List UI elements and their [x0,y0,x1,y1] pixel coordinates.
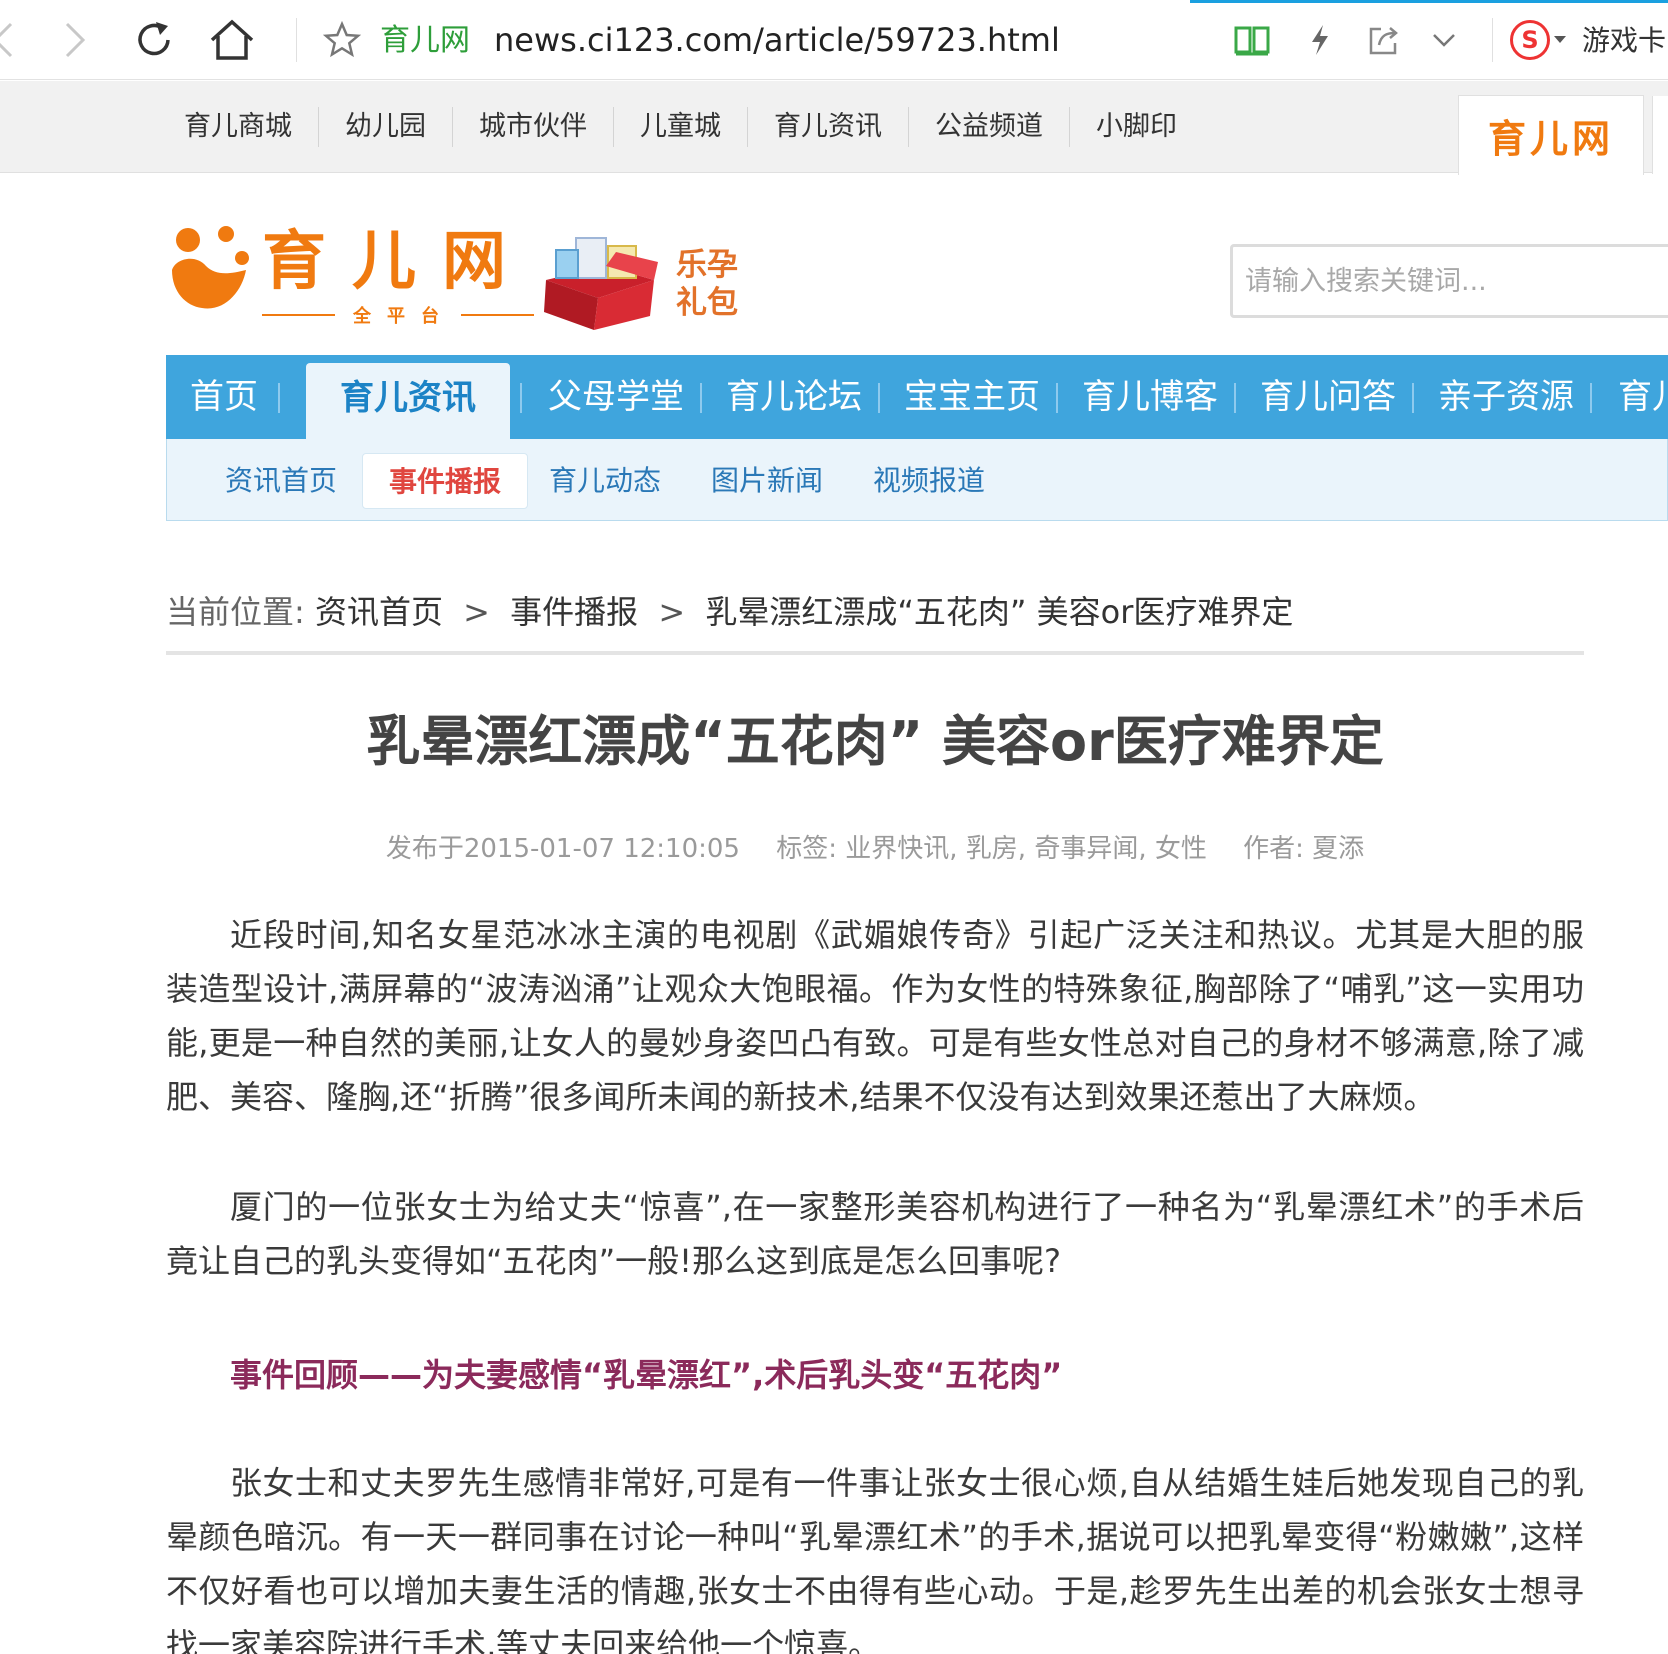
subnav-news-home[interactable]: 资讯首页 [225,453,337,509]
sogou-icon[interactable]: S [1510,20,1550,60]
top-link-charity[interactable]: 公益频道 [909,107,1070,147]
share-button[interactable] [1364,20,1404,60]
site-top-strip: 育儿商城 幼儿园 城市伙伴 儿童城 育儿资讯 公益频道 小脚印 育儿网 [0,81,1668,175]
article-subheading: 事件回顾——为夫妻感情“乳晕漂红”,术后乳头变“五花肉” [230,1356,1063,1394]
back-button[interactable] [0,14,30,66]
article-title: 乳晕漂红漂成“五花肉” 美容or医疗难界定 [366,710,1384,773]
site-identity-label: 育儿网 [380,23,470,58]
logo-wordmark: 育儿网 [262,225,532,299]
subnav-parenting-updates[interactable]: 育儿动态 [549,453,661,509]
search-box[interactable] [1230,244,1668,318]
channel-forum[interactable]: 育儿论坛 [726,355,862,439]
subnav-events-active[interactable]: 事件播报 [362,453,529,509]
breadcrumb: 当前位置: 资讯首页 > 事件播报 > 乳晕漂红漂成“五花肉” 美容or医疗难界… [166,588,1293,636]
address-bar-url[interactable]: news.ci123.com/article/59723.html [494,18,1060,62]
star-icon [322,20,362,58]
back-icon [0,22,13,58]
logo-subtitle-text: 全平台 [353,306,455,327]
top-link-mall[interactable]: 育儿商城 [158,107,319,147]
article-paragraph-1: 近段时间,知名女星范冰冰主演的电视剧《武媚娘传奇》引起广泛关注和热议。尤其是大胆… [166,916,1584,1116]
channel-separator [278,383,280,413]
reload-button[interactable] [128,14,180,66]
flash-button[interactable] [1300,20,1340,60]
article-author: 作者: 夏添 [1243,834,1365,864]
search-input[interactable] [1233,247,1668,315]
home-icon [210,19,254,60]
top-link-kindergarten[interactable]: 幼儿园 [319,107,453,147]
article-tags[interactable]: 标签: 业界快讯, 乳房, 奇事异闻, 女性 [776,834,1207,864]
logo-subtitle: 全平台 [262,302,534,328]
channel-news-active[interactable]: 育儿资讯 [306,363,510,439]
channel-separator [520,383,522,413]
top-strip-links: 育儿商城 幼儿园 城市伙伴 儿童城 育儿资讯 公益频道 小脚印 [158,107,1203,147]
channel-separator [1412,383,1414,413]
game-card-label[interactable]: 游戏卡 [1582,20,1666,62]
article-paragraph-3: 张女士和丈夫罗先生感情非常好,可是有一件事让张女士很心烦,自从结婚生娃后她发现自… [166,1464,1584,1654]
toolbar-divider [296,18,297,62]
breadcrumb-link-news-home[interactable]: 资讯首页 [315,593,443,631]
main-channel-nav: 首页 育儿资讯 父母学堂 育儿论坛 宝宝主页 育儿博客 育儿问答 亲子资源 育儿 [166,355,1668,439]
publish-date: 发布于2015-01-07 12:10:05 [385,834,740,864]
top-link-news[interactable]: 育儿资讯 [748,107,909,147]
top-link-footprint[interactable]: 小脚印 [1070,107,1203,147]
breadcrumb-separator: > [658,593,686,631]
sogou-dropdown-arrow-icon[interactable] [1554,36,1566,43]
gift-pack-label[interactable]: 乐孕礼包 [676,246,746,322]
channel-separator [1590,383,1592,413]
breadcrumb-divider [166,651,1584,655]
forward-button[interactable] [48,14,100,66]
reload-icon [138,22,170,56]
channel-parent-school[interactable]: 父母学堂 [548,355,684,439]
home-button[interactable] [206,14,258,66]
top-strip-brand-label: 育儿网 [1487,117,1614,161]
channel-home[interactable]: 首页 [190,355,258,439]
reader-icon [1234,26,1270,56]
channel-separator [1056,383,1058,413]
breadcrumb-label: 当前位置: [166,593,305,631]
reader-mode-button[interactable] [1232,20,1272,60]
channel-baby-page[interactable]: 宝宝主页 [904,355,1040,439]
top-link-kids-city[interactable]: 儿童城 [614,107,748,147]
bookmark-star-button[interactable] [322,20,362,60]
browser-toolbar: 育儿网 news.ci123.com/article/59723.html S … [0,0,1668,80]
forward-icon [65,22,86,58]
channel-separator [1234,383,1236,413]
menu-dropdown-button[interactable] [1424,20,1464,60]
tab-edge [1652,96,1668,174]
channel-separator [700,383,702,413]
article-meta: 发布于2015-01-07 12:10:05 标签: 业界快讯, 乳房, 奇事异… [166,828,1584,870]
breadcrumb-separator: > [463,593,490,631]
chevron-down-icon [1433,34,1455,47]
channel-resources[interactable]: 亲子资源 [1438,355,1574,439]
share-icon [1369,27,1398,55]
site-logo[interactable]: 育儿网 全平台 [166,222,536,332]
subnav-video-reports[interactable]: 视频报道 [873,453,985,509]
channel-more[interactable]: 育儿 [1618,355,1668,439]
channel-separator [878,383,880,413]
toolbar-divider [1492,18,1493,62]
top-link-city-partners[interactable]: 城市伙伴 [453,107,614,147]
top-strip-brand-tab[interactable]: 育儿网 [1458,95,1644,175]
gift-box-icon[interactable] [536,232,662,332]
family-logo-icon [172,226,249,309]
sub-channel-nav: 资讯首页 事件播报 育儿动态 图片新闻 视频报道 [166,439,1668,521]
channel-qa[interactable]: 育儿问答 [1260,355,1396,439]
article-paragraph-2: 厦门的一位张女士为给丈夫“惊喜”,在一家整形美容机构进行了一种名为“乳晕漂红术”… [166,1188,1584,1280]
channel-blog[interactable]: 育儿博客 [1082,355,1218,439]
flash-icon [1312,25,1328,55]
breadcrumb-link-events[interactable]: 事件播报 [510,593,638,631]
breadcrumb-current: 乳晕漂红漂成“五花肉” 美容or医疗难界定 [705,593,1294,631]
subnav-photo-news[interactable]: 图片新闻 [711,453,823,509]
loading-indicator [1190,0,1668,3]
